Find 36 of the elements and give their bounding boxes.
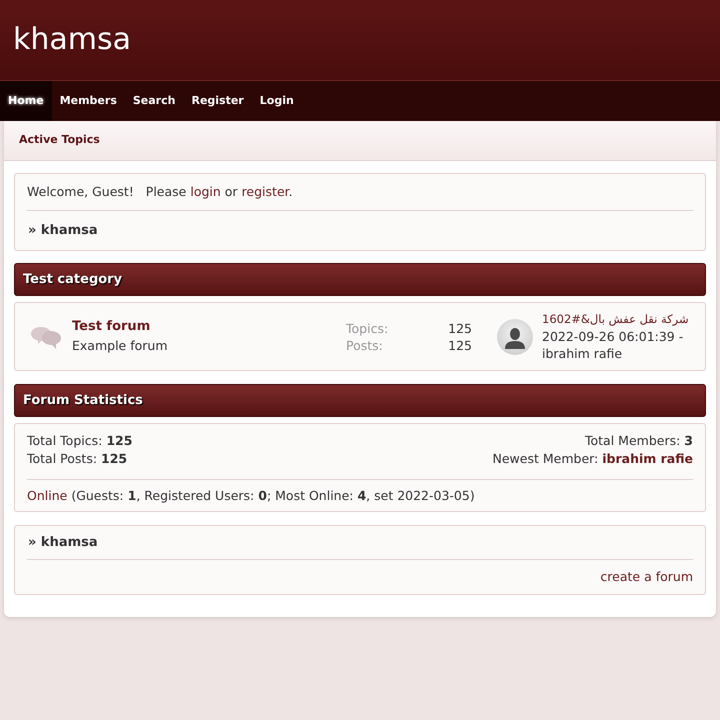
last-post-link[interactable]: شركة نقل عفش بال&#1602 (542, 311, 689, 328)
online-link[interactable]: Online (27, 488, 68, 503)
stat-label: Total Posts: (27, 451, 98, 466)
breadcrumb[interactable]: » khamsa (27, 222, 693, 240)
register-link[interactable]: register (242, 184, 289, 199)
stat-label: Topics: (346, 320, 388, 336)
stat-label: Posts: (346, 336, 383, 354)
nav-tab[interactable]: Login (252, 81, 302, 121)
stat-label: Total Topics: (27, 433, 102, 448)
section-title: Forum Statistics (23, 392, 143, 410)
nav-tab[interactable]: Members (52, 81, 125, 121)
forum-title-link[interactable]: Test forum (72, 318, 150, 336)
last-post-date: 2022-09-26 06:01:39 - (542, 328, 684, 345)
stat-value: 125 (448, 320, 472, 336)
stat-value: 125 (101, 451, 128, 466)
avatar-icon (497, 318, 533, 354)
last-post-author: ibrahim rafie (542, 345, 622, 362)
forum-description: Example forum (72, 336, 168, 355)
breadcrumb[interactable]: » khamsa (27, 534, 693, 552)
online-text: Online (Guests: 1, Registered Users: 0; Most Online: 4, set 2022-03-05) (27, 487, 476, 505)
stat-label: Total Members: (585, 433, 680, 448)
welcome-text: Welcome, Guest! Please login or register. (27, 183, 294, 201)
stat-label: Newest Member: (492, 451, 598, 466)
section-title: Test category (23, 270, 122, 289)
stat-value: 3 (684, 433, 693, 448)
nav-tab[interactable]: Home (0, 81, 52, 121)
stat-value: 125 (448, 336, 472, 354)
speech-bubbles-icon (31, 324, 61, 349)
nav-tab[interactable]: Search (124, 81, 184, 121)
member-link[interactable]: ibrahim rafie (602, 451, 693, 466)
login-link[interactable]: login (190, 184, 221, 199)
create-forum-link[interactable]: create a forum (600, 568, 693, 586)
site-title[interactable]: khamsa (13, 25, 132, 55)
stat-value: 125 (106, 433, 132, 448)
subnav-link[interactable]: Active Topics (19, 132, 100, 149)
nav-tab[interactable]: Register (183, 81, 252, 121)
